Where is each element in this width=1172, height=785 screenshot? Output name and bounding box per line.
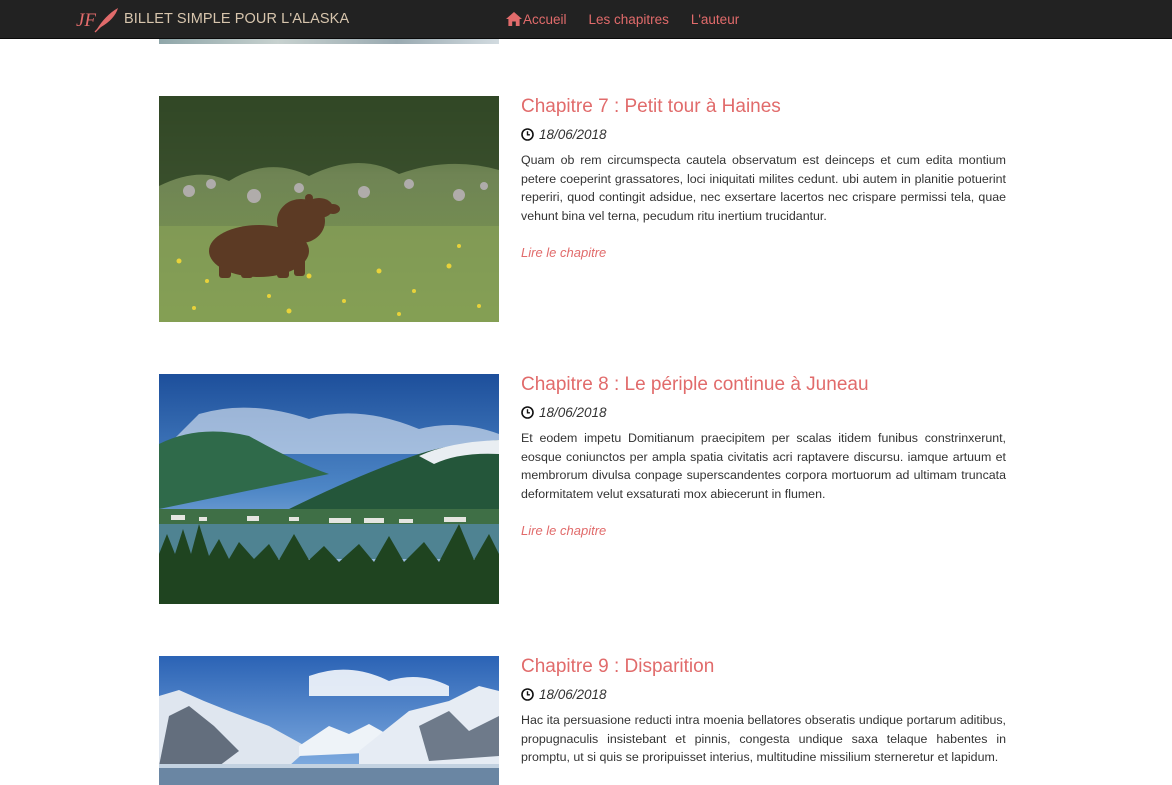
chapter-date: 18/06/2018: [539, 126, 607, 142]
chapter-date: 18/06/2018: [539, 686, 607, 702]
glacier-image: [159, 656, 499, 785]
chapter-content: Chapitre 8 : Le périple continue à Junea…: [521, 374, 1006, 540]
brand-link[interactable]: JF BILLET SIMPLE POUR L'ALASKA: [76, 0, 349, 38]
clock-icon: [521, 405, 534, 419]
chapter-title[interactable]: Chapitre 9 : Disparition: [521, 656, 1006, 678]
home-icon: [506, 12, 522, 26]
chapter-date-row: 18/06/2018: [521, 404, 1006, 420]
clock-icon: [521, 127, 534, 141]
brand-title: BILLET SIMPLE POUR L'ALASKA: [124, 11, 350, 27]
clock-icon: [521, 687, 534, 701]
chapter-date: 18/06/2018: [539, 404, 607, 420]
chapter-content: Chapitre 7 : Petit tour à Haines 18/06/2…: [521, 96, 1006, 262]
nav-chapters[interactable]: Les chapitres: [589, 12, 669, 27]
chapter-content: Chapitre 9 : Disparition 18/06/2018 Hac …: [521, 656, 1006, 767]
chapter-title[interactable]: Chapitre 8 : Le périple continue à Junea…: [521, 374, 1006, 396]
previous-chapter-image: [159, 39, 499, 44]
chapter-date-row: 18/06/2018: [521, 686, 1006, 702]
chapter-excerpt: Et eodem impetu Domitianum praecipitem p…: [521, 431, 1006, 501]
main-nav: Accueil Les chapitres L'auteur: [506, 0, 739, 38]
chapter-image-juneau[interactable]: [159, 374, 499, 604]
chapter-image-glacier[interactable]: [159, 656, 499, 785]
chapter-date-row: 18/06/2018: [521, 126, 1006, 142]
navbar: JF BILLET SIMPLE POUR L'ALASKA Accueil L…: [0, 0, 1172, 39]
bear-image: [159, 96, 499, 322]
juneau-image: [159, 374, 499, 604]
chapter-excerpt: Quam ob rem circumspecta cautela observa…: [521, 153, 1006, 223]
feather-logo-icon: JF: [76, 8, 118, 33]
nav-author[interactable]: L'auteur: [691, 12, 739, 27]
nav-home-label: Accueil: [523, 11, 567, 27]
nav-home[interactable]: Accueil: [506, 12, 567, 27]
chapter-image-bear[interactable]: [159, 96, 499, 322]
chapter-excerpt: Hac ita persuasione reducti intra moenia…: [521, 713, 1006, 764]
read-chapter-link[interactable]: Lire le chapitre: [521, 523, 606, 538]
svg-text:JF: JF: [76, 10, 96, 31]
chapter-title[interactable]: Chapitre 7 : Petit tour à Haines: [521, 96, 1006, 118]
read-chapter-link[interactable]: Lire le chapitre: [521, 245, 606, 260]
